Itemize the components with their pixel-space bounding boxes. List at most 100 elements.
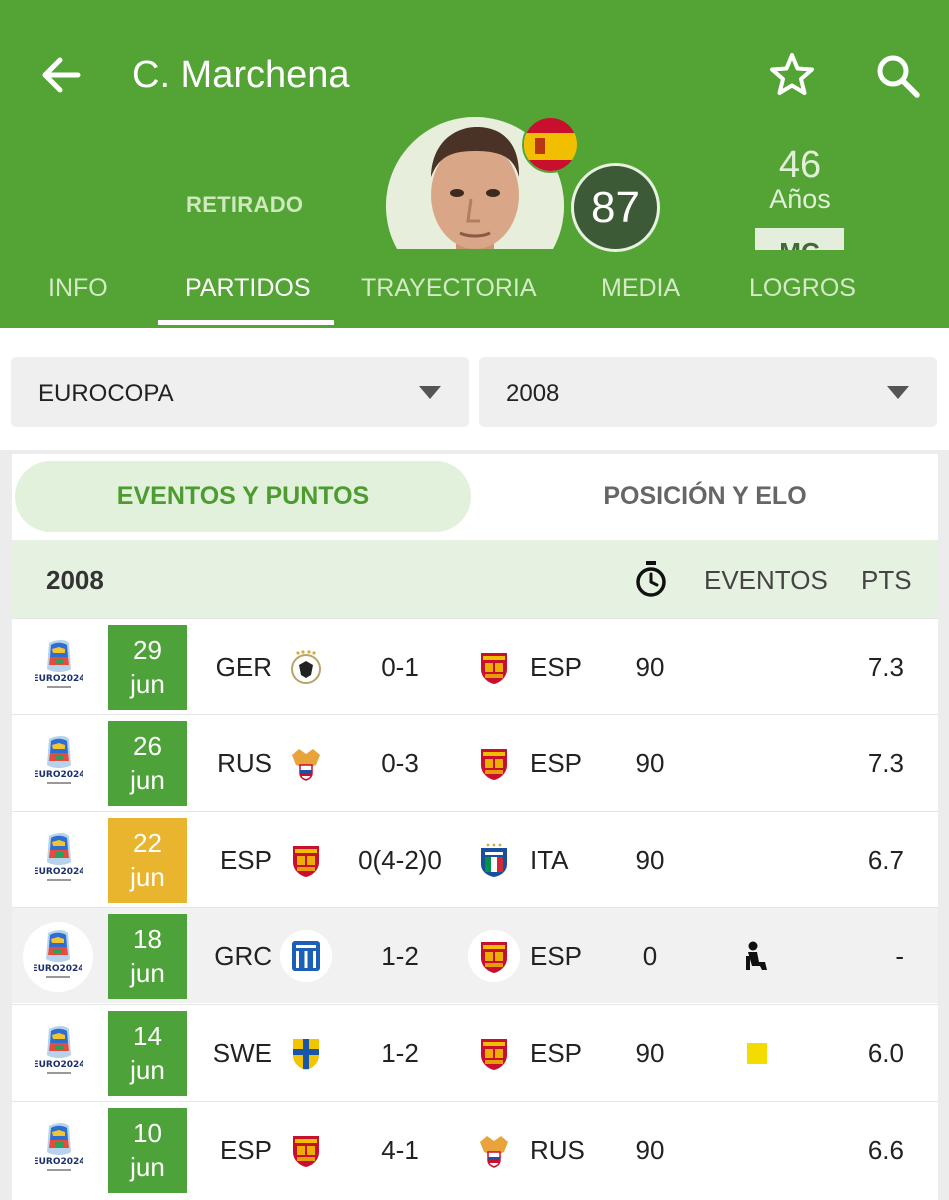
favorite-button[interactable]	[766, 49, 818, 101]
table-year: 2008	[46, 565, 104, 595]
match-day: 29	[133, 635, 162, 665]
match-month: jun	[130, 1152, 165, 1182]
segment-eventos-puntos[interactable]: EVENTOS Y PUNTOS	[15, 461, 471, 532]
tab-info[interactable]: INFO	[48, 274, 108, 303]
table-row[interactable]: 22 jun ESP 0(4-2)0 ITA 90 6.7	[12, 811, 938, 907]
player-header: C. Marchena RETIRADO 87 46 Años INFO PAR…	[0, 0, 949, 328]
tab-partidos[interactable]: PARTIDOS	[185, 274, 311, 303]
match-date: 22 jun	[108, 818, 187, 903]
match-day: 22	[133, 828, 162, 858]
season-select[interactable]: 2008	[479, 357, 937, 427]
table-row[interactable]: 26 jun RUS 0-3 ESP 90 7.3	[12, 714, 938, 810]
back-button[interactable]	[36, 50, 86, 100]
home-team: RUS	[217, 748, 272, 778]
match-day: 14	[133, 1021, 162, 1051]
match-points: 6.7	[867, 845, 904, 875]
dropdown-caret-icon	[887, 386, 909, 399]
match-score: 1-2	[381, 1038, 419, 1068]
spain-crest-icon	[289, 842, 323, 878]
spain-flag-icon	[522, 116, 579, 173]
match-month: jun	[130, 862, 165, 892]
spain-crest-icon	[477, 1035, 511, 1071]
minutes-played: 90	[635, 748, 665, 778]
match-score: 1-2	[381, 941, 419, 971]
spain-crest-icon	[477, 938, 511, 974]
competition-value: EUROCOPA	[38, 380, 174, 407]
away-team: ESP	[530, 652, 583, 682]
tab-media[interactable]: MEDIA	[601, 274, 680, 303]
match-day: 26	[133, 731, 162, 761]
minutes-played: 90	[635, 1135, 665, 1165]
away-team: ITA	[530, 845, 569, 875]
competition-logo	[23, 922, 93, 992]
match-month: jun	[130, 669, 165, 699]
match-date: 29 jun	[108, 625, 187, 710]
match-month: jun	[130, 1055, 165, 1085]
germany-crest-icon	[289, 649, 323, 685]
spain-crest-icon	[289, 1132, 323, 1168]
russia-crest-icon	[477, 1132, 511, 1168]
col-eventos: EVENTOS	[704, 565, 828, 595]
matches-card: EVENTOS Y PUNTOS POSICIÓN Y ELO 2008 EVE…	[12, 454, 938, 1200]
match-score: 4-1	[381, 1135, 419, 1165]
tab-trayectoria[interactable]: TRAYECTORIA	[361, 274, 537, 303]
match-points: 6.6	[867, 1135, 904, 1165]
age-value: 46	[778, 144, 822, 186]
minutes-played: 90	[635, 1038, 665, 1068]
position-chip: MC	[755, 228, 844, 250]
star-outline-icon	[770, 53, 814, 95]
table-row[interactable]: 14 jun SWE 1-2 ESP 90 6.0	[12, 1004, 938, 1100]
spain-crest-icon	[477, 649, 511, 685]
search-icon	[877, 55, 920, 98]
competition-select[interactable]: EUROCOPA	[11, 357, 469, 427]
match-points: -	[895, 941, 904, 971]
tab-logros[interactable]: LOGROS	[749, 274, 856, 303]
minutes-played: 90	[635, 845, 665, 875]
match-day: 18	[133, 924, 162, 954]
rating-badge: 87	[571, 163, 660, 252]
euro-logo-icon	[35, 1122, 83, 1178]
greece-crest-icon	[289, 938, 323, 974]
yellow-card-icon	[747, 1043, 767, 1064]
table-row[interactable]: 18 jun GRC 1-2 ESP 0 -	[12, 907, 938, 1003]
sweden-crest-icon	[289, 1035, 323, 1071]
euro-logo-icon	[34, 929, 82, 985]
match-points: 7.3	[867, 748, 904, 778]
spain-crest-icon	[477, 745, 511, 781]
russia-crest-icon	[289, 745, 323, 781]
bench-icon	[746, 941, 767, 970]
match-month: jun	[130, 958, 165, 988]
table-row[interactable]: 29 jun GER 0-1 ESP 90 7.3	[12, 618, 938, 714]
away-team: ESP	[530, 748, 583, 778]
euro-logo-icon	[35, 832, 83, 888]
home-team: ESP	[219, 1135, 272, 1165]
dropdown-caret-icon	[419, 386, 441, 399]
search-button[interactable]	[872, 50, 922, 100]
season-value: 2008	[506, 380, 560, 407]
col-pts: PTS	[861, 565, 912, 595]
home-team: GER	[215, 652, 272, 682]
match-date: 26 jun	[108, 721, 187, 806]
match-points: 6.0	[867, 1038, 904, 1068]
italy-crest-icon	[477, 842, 511, 878]
away-team: ESP	[530, 1038, 583, 1068]
away-team: ESP	[530, 941, 583, 971]
filter-bar: EUROCOPA 2008	[0, 328, 949, 450]
match-points: 7.3	[867, 652, 904, 682]
home-team: GRC	[214, 941, 272, 971]
active-tab-indicator	[158, 320, 334, 325]
euro-logo-icon	[35, 1025, 83, 1081]
match-date: 14 jun	[108, 1011, 187, 1096]
match-day: 10	[133, 1118, 162, 1148]
match-score: 0-3	[381, 748, 419, 778]
arrow-left-icon	[42, 57, 81, 93]
segment-posicion-elo[interactable]: POSICIÓN Y ELO	[472, 461, 938, 532]
table-row[interactable]: 10 jun ESP 4-1 RUS 90 6.6	[12, 1101, 938, 1197]
minutes-played: 0	[642, 941, 658, 971]
stopwatch-icon	[636, 561, 666, 597]
match-date: 10 jun	[108, 1108, 187, 1193]
home-team: SWE	[212, 1038, 272, 1068]
minutes-played: 90	[635, 652, 665, 682]
match-score: 0-1	[381, 652, 419, 682]
age-label: Años	[769, 184, 831, 214]
